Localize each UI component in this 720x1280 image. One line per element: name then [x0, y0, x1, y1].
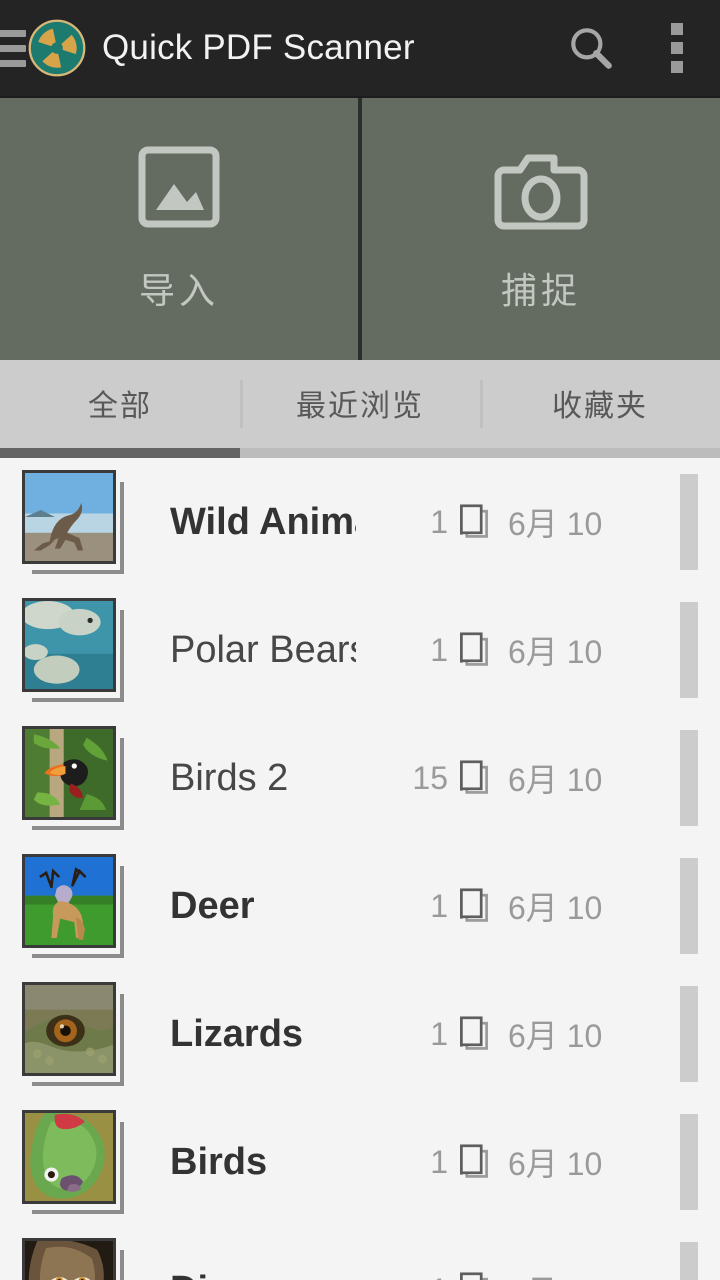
- document-row[interactable]: Birds 2 15 6月 10: [0, 714, 720, 842]
- import-button[interactable]: 导入: [0, 98, 362, 360]
- quick-actions-panel: 导入 捕捉: [0, 96, 720, 360]
- tab-inactive-indicator: [240, 448, 480, 458]
- row-drag-handle[interactable]: [680, 602, 698, 698]
- pages-copy-icon: [448, 886, 500, 926]
- thumbnail-image: [22, 726, 116, 820]
- page-count: 1: [430, 1015, 448, 1052]
- page-title: Quick PDF Scanner: [102, 28, 415, 67]
- document-thumbnail[interactable]: [22, 1238, 128, 1280]
- camera-icon: [486, 144, 596, 240]
- hamburger-bar: [0, 44, 26, 52]
- document-title: Wild Animals: [170, 500, 356, 543]
- tab-active-indicator: [0, 448, 240, 458]
- page-count: 15: [412, 759, 448, 796]
- pages-copy-icon: [448, 1270, 500, 1280]
- document-thumbnail[interactable]: [22, 470, 128, 574]
- tab-inactive-indicator: [480, 448, 720, 458]
- row-drag-handle[interactable]: [680, 1242, 698, 1280]
- document-row[interactable]: Lizards 1 6月 10: [0, 970, 720, 1098]
- row-drag-handle[interactable]: [680, 986, 698, 1082]
- thumbnail-image: [22, 598, 116, 692]
- document-list[interactable]: Wild Animals16月 10Polar Bears16月 10Birds…: [0, 458, 720, 1280]
- document-row[interactable]: Deer 1 6月 10: [0, 842, 720, 970]
- pages-copy-icon: [448, 1014, 500, 1054]
- page-count: 1: [430, 631, 448, 668]
- document-date: 6月 10: [508, 634, 603, 670]
- document-date: 6月 10: [508, 506, 603, 542]
- tab-recent-label: 最近浏览: [296, 390, 424, 423]
- document-date: 6月 10: [508, 762, 603, 798]
- app-bar-actions: [548, 0, 720, 96]
- row-drag-handle[interactable]: [680, 858, 698, 954]
- overflow-dot: [671, 23, 683, 35]
- tab-recent[interactable]: 最近浏览: [240, 360, 480, 458]
- page-count: 1: [430, 503, 448, 540]
- thumbnail-image: [22, 1110, 116, 1204]
- thumbnail-image: [22, 1238, 116, 1280]
- hamburger-icon[interactable]: [0, 29, 26, 67]
- hamburger-bar: [0, 59, 26, 67]
- thumbnail-image: [22, 470, 116, 564]
- row-drag-handle[interactable]: [680, 474, 698, 570]
- tab-favorites[interactable]: 收藏夹: [480, 360, 720, 458]
- document-row[interactable]: Wild Animals 1 6月 10: [0, 458, 720, 586]
- document-title: Deer: [170, 884, 255, 927]
- tab-favorites-label: 收藏夹: [552, 390, 648, 423]
- document-date: 6月 10: [508, 890, 603, 926]
- page-count: 1: [430, 887, 448, 924]
- thumbnail-image: [22, 854, 116, 948]
- capture-label: 捕捉: [500, 270, 581, 311]
- overflow-menu-icon[interactable]: [634, 0, 720, 96]
- image-icon: [124, 144, 234, 240]
- capture-button[interactable]: 捕捉: [362, 98, 720, 360]
- hamburger-bar: [0, 29, 26, 37]
- thumbnail-image: [22, 982, 116, 1076]
- pages-copy-icon: [448, 630, 500, 670]
- document-title: Lizards: [170, 1012, 304, 1055]
- tab-all[interactable]: 全部: [0, 360, 240, 458]
- row-drag-handle[interactable]: [680, 730, 698, 826]
- tab-all-label: 全部: [88, 390, 152, 423]
- document-title: Di: [170, 1269, 356, 1280]
- app-logo-aperture-icon[interactable]: [28, 19, 86, 77]
- pages-copy-icon: [448, 1142, 500, 1182]
- document-thumbnail[interactable]: [22, 854, 128, 958]
- document-row[interactable]: Birds 1 6月 10: [0, 1098, 720, 1226]
- document-date: 6月 10: [508, 1018, 603, 1054]
- overflow-dot: [671, 61, 683, 73]
- app-bar: Quick PDF Scanner: [0, 0, 720, 96]
- search-icon[interactable]: [548, 0, 634, 96]
- document-thumbnail[interactable]: [22, 982, 128, 1086]
- import-label: 导入: [138, 270, 219, 311]
- document-thumbnail[interactable]: [22, 1110, 128, 1214]
- document-row[interactable]: Di1 6月 10: [0, 1226, 720, 1280]
- document-row[interactable]: Polar Bears 1 6月 10: [0, 586, 720, 714]
- document-title: Polar Bears: [170, 628, 356, 671]
- pages-copy-icon: [448, 502, 500, 542]
- page-count: 1: [430, 1143, 448, 1180]
- document-date: 6月 10: [508, 1267, 658, 1280]
- document-thumbnail[interactable]: [22, 726, 128, 830]
- tab-bar: 全部 最近浏览 收藏夹: [0, 360, 720, 458]
- overflow-dot: [671, 42, 683, 54]
- row-drag-handle[interactable]: [680, 1114, 698, 1210]
- page-count: 1: [356, 1272, 448, 1280]
- document-date: 6月 10: [508, 1146, 603, 1182]
- document-thumbnail[interactable]: [22, 598, 128, 702]
- document-title: Birds: [170, 1140, 268, 1183]
- document-title: Birds 2: [170, 756, 289, 799]
- pages-copy-icon: [448, 758, 500, 798]
